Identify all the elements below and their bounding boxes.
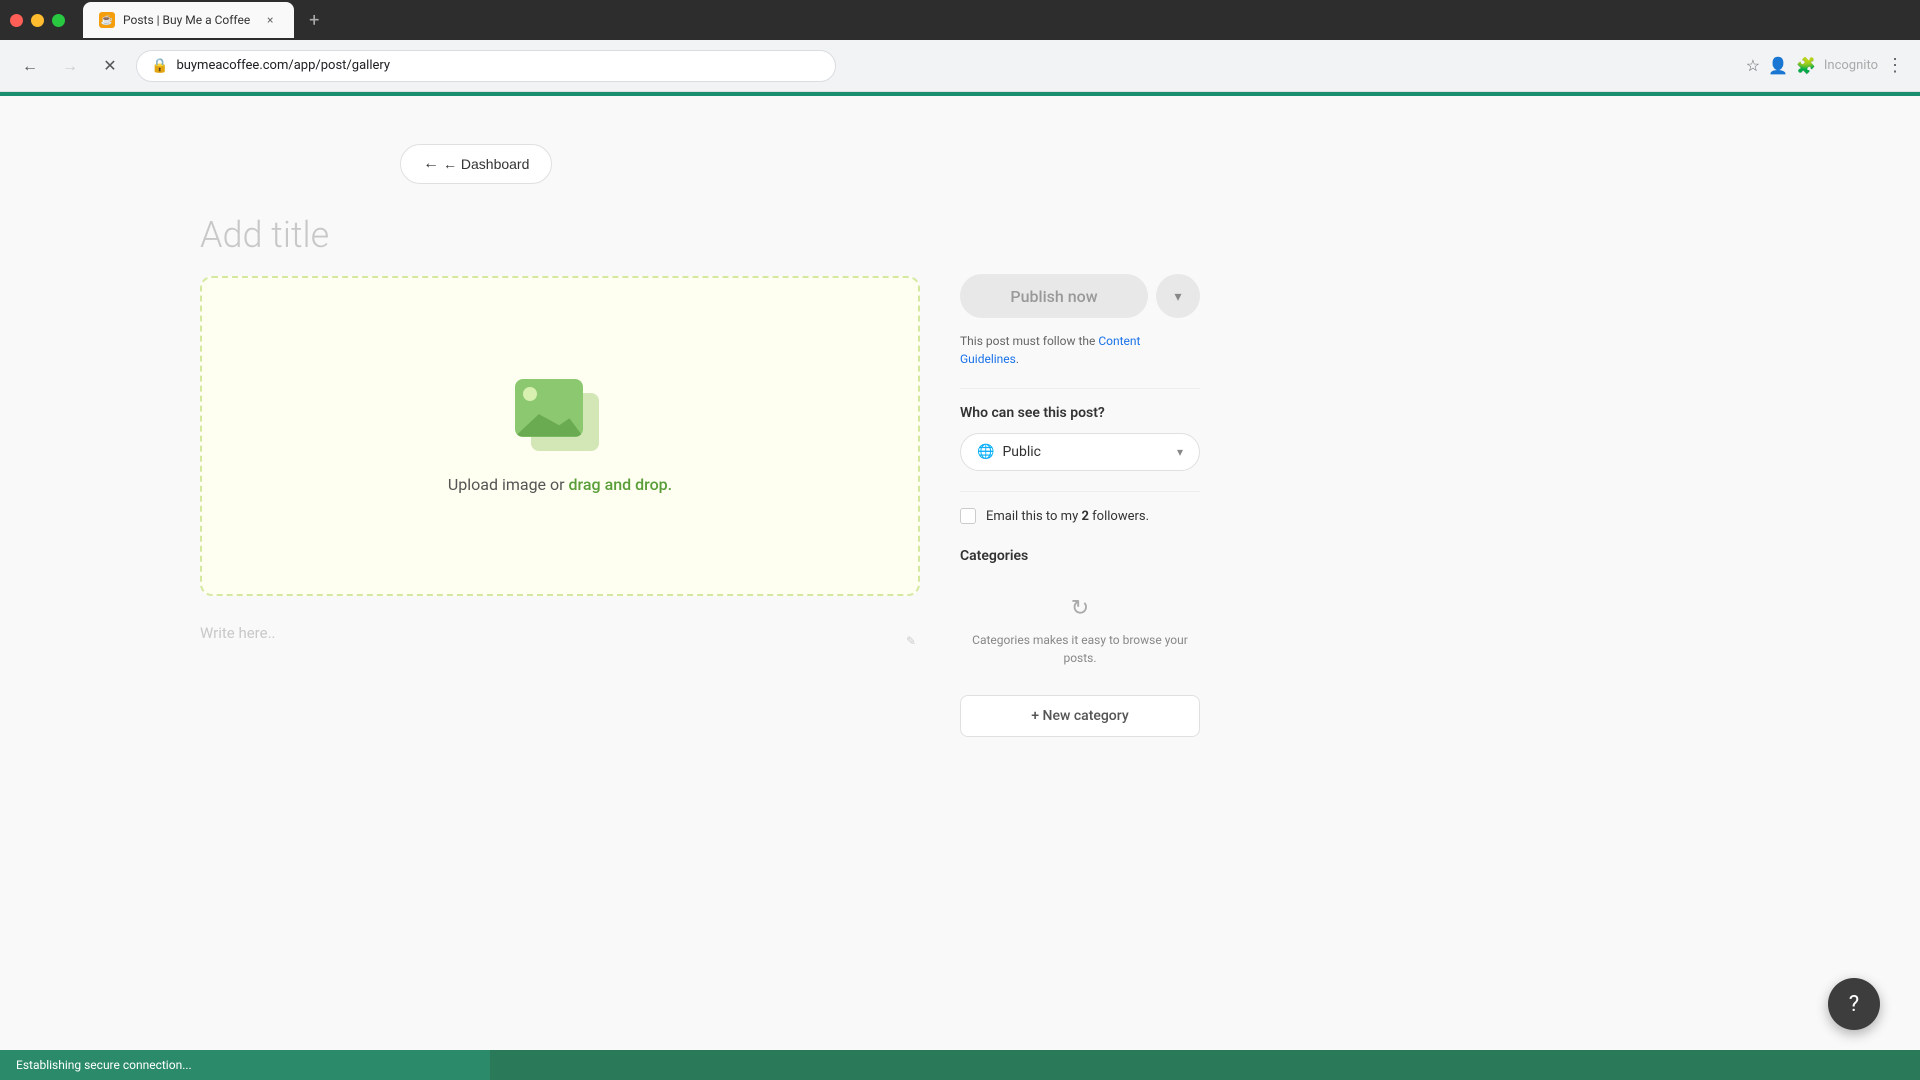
publish-chevron-btn[interactable]: ▾ xyxy=(1156,274,1200,318)
help-btn[interactable]: ? xyxy=(1828,978,1880,1030)
address-bar[interactable]: 🔒 buymeacoffee.com/app/post/gallery xyxy=(136,50,836,82)
back-arrow-icon: ← xyxy=(423,155,439,173)
window-controls xyxy=(10,14,65,27)
email-checkbox-row: Email this to my 2 followers. xyxy=(960,508,1200,524)
write-placeholder[interactable]: Write here.. xyxy=(200,616,920,650)
back-nav-icon: ← xyxy=(22,56,38,76)
email-checkbox[interactable] xyxy=(960,508,976,524)
publish-row: Publish now ▾ xyxy=(960,274,1200,318)
minimize-window-btn[interactable] xyxy=(31,14,44,27)
active-tab[interactable]: ☕ Posts | Buy Me a Coffee × xyxy=(83,2,294,38)
write-area[interactable]: Write here.. ✎ xyxy=(200,616,920,650)
dashboard-back-btn[interactable]: ← ← Dashboard xyxy=(400,144,552,184)
back-btn-label: ← Dashboard xyxy=(443,156,529,172)
sidebar-panel: Publish now ▾ This post must follow the … xyxy=(960,214,1200,737)
back-nav-btn[interactable]: ← xyxy=(16,52,44,80)
categories-reload-icon: ↻ xyxy=(968,596,1192,621)
help-icon: ? xyxy=(1849,992,1859,1017)
visibility-dropdown[interactable]: 🌐 Public ▾ xyxy=(960,433,1200,471)
lock-icon: 🔒 xyxy=(151,58,168,74)
browser-chrome: ☕ Posts | Buy Me a Coffee × + xyxy=(0,0,1920,40)
tab-favicon-icon: ☕ xyxy=(99,12,115,28)
divider-2 xyxy=(960,491,1200,492)
visibility-option-label: Public xyxy=(1002,444,1169,460)
editor-area: Add title Upload image or drag and drop. xyxy=(200,214,920,737)
drag-drop-link[interactable]: drag and drop. xyxy=(569,475,673,494)
content-guidelines-text: This post must follow the Content Guidel… xyxy=(960,332,1200,368)
upload-text: Upload image or drag and drop. xyxy=(448,475,672,494)
status-text: Establishing secure connection... xyxy=(16,1058,192,1072)
menu-icon[interactable]: ⋮ xyxy=(1886,55,1904,76)
maximize-window-btn[interactable] xyxy=(52,14,65,27)
reload-nav-icon: ✕ xyxy=(103,56,116,75)
tab-bar: ☕ Posts | Buy Me a Coffee × + xyxy=(83,2,1910,38)
profile-icon[interactable]: 👤 xyxy=(1768,56,1788,75)
categories-section: Categories ↻ Categories makes it easy to… xyxy=(960,548,1200,737)
status-bar: Establishing secure connection... xyxy=(0,1050,1920,1080)
reload-nav-btn[interactable]: ✕ xyxy=(96,52,124,80)
new-tab-btn[interactable]: + xyxy=(300,6,328,34)
extensions-icon[interactable]: 🧩 xyxy=(1796,56,1816,75)
visibility-section-label: Who can see this post? xyxy=(960,405,1200,421)
categories-empty-text: Categories makes it easy to browse your … xyxy=(968,631,1192,667)
resize-handle-icon: ✎ xyxy=(906,634,916,648)
browser-toolbar-right: ☆ 👤 🧩 Incognito ⋮ xyxy=(1746,55,1904,76)
tab-close-btn[interactable]: × xyxy=(262,12,278,28)
close-window-btn[interactable] xyxy=(10,14,23,27)
post-title-input[interactable]: Add title xyxy=(200,214,920,256)
chevron-down-icon: ▾ xyxy=(1174,288,1181,305)
address-bar-row: ← → ✕ 🔒 buymeacoffee.com/app/post/galler… xyxy=(0,40,1920,92)
forward-nav-btn[interactable]: → xyxy=(56,52,84,80)
bookmark-icon[interactable]: ☆ xyxy=(1746,56,1760,75)
new-category-btn[interactable]: + New category xyxy=(960,695,1200,737)
forward-nav-icon: → xyxy=(62,56,78,76)
visibility-chevron-icon: ▾ xyxy=(1177,445,1183,459)
address-text: buymeacoffee.com/app/post/gallery xyxy=(176,58,821,73)
back-section: ← ← Dashboard xyxy=(0,96,1920,184)
upload-image-icon xyxy=(515,379,605,459)
main-area: Add title Upload image or drag and drop. xyxy=(0,184,1920,767)
image-upload-box[interactable]: Upload image or drag and drop. xyxy=(200,276,920,596)
email-label: Email this to my 2 followers. xyxy=(986,509,1149,524)
tab-title: Posts | Buy Me a Coffee xyxy=(123,13,250,27)
categories-label: Categories xyxy=(960,548,1200,564)
visibility-globe-icon: 🌐 xyxy=(977,444,994,460)
categories-empty: ↻ Categories makes it easy to browse you… xyxy=(960,580,1200,683)
incognito-label: Incognito xyxy=(1824,58,1878,73)
publish-now-btn[interactable]: Publish now xyxy=(960,274,1148,318)
divider-1 xyxy=(960,388,1200,389)
